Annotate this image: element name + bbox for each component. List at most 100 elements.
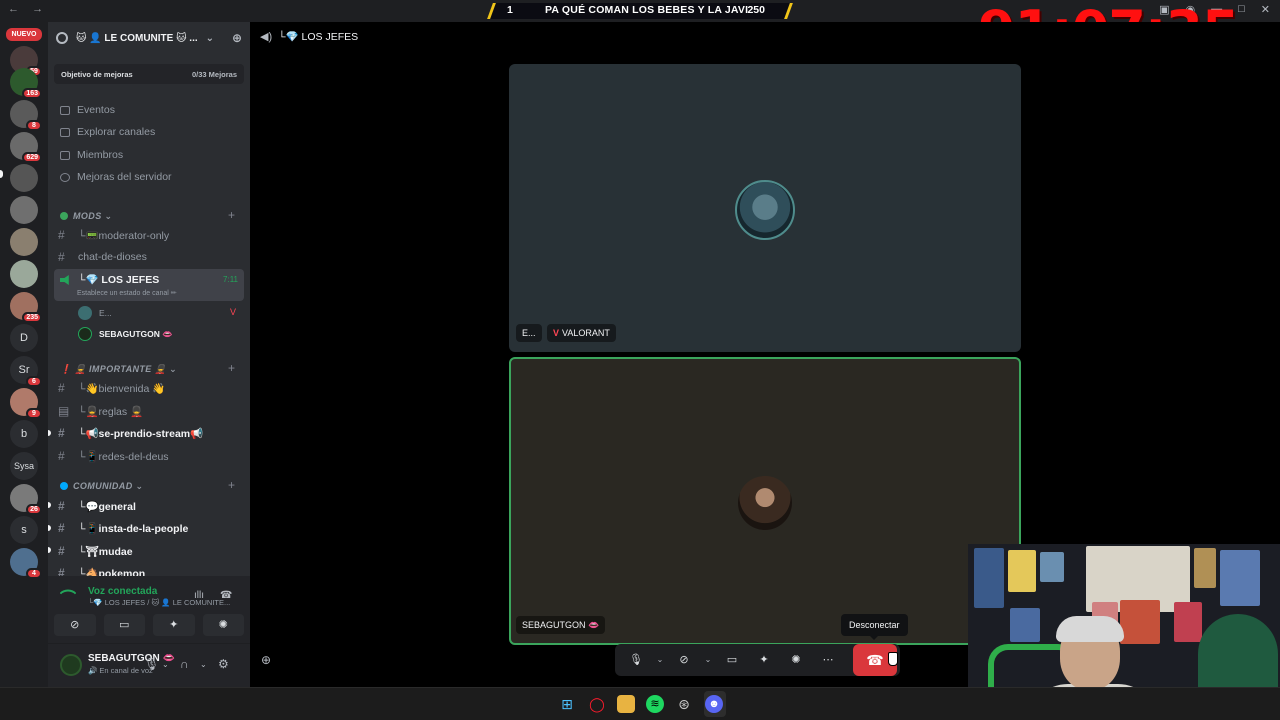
server-icon[interactable] xyxy=(10,164,38,192)
chevron-down-icon[interactable]: ⌄ xyxy=(701,648,715,672)
add-channel-icon[interactable]: + xyxy=(228,478,235,492)
server-icon[interactable]: s xyxy=(10,516,38,544)
headphones-icon[interactable]: ∩ xyxy=(180,657,189,671)
voice-channel-path[interactable]: └💎 LOS JEFES / 🐱 👤 LE COMUNITE... xyxy=(88,598,230,607)
server-icon[interactable]: b xyxy=(10,420,38,448)
server-icon[interactable]: 26 xyxy=(10,484,42,515)
category-mods[interactable]: MODS ⌄ xyxy=(60,209,112,223)
server-settings-icon xyxy=(56,32,68,44)
noise-suppression-icon[interactable]: ıllı xyxy=(194,590,204,601)
server-icon[interactable]: D xyxy=(10,324,38,352)
add-channel-icon[interactable]: + xyxy=(228,361,235,375)
menu-members[interactable]: Miembros xyxy=(60,145,123,165)
mic-icon[interactable]: 🎙 xyxy=(621,648,651,672)
server-icon[interactable] xyxy=(10,228,38,256)
share-screen-button[interactable]: ▭ xyxy=(103,614,145,636)
channel-moderator-only[interactable]: # └📟moderator-only xyxy=(58,225,244,245)
channel-insta-de-la-people[interactable]: # └📱insta-de-la-people xyxy=(58,518,244,538)
hash-icon: # xyxy=(58,381,65,395)
more-icon[interactable]: ⋯ xyxy=(813,648,843,672)
back-arrow-icon[interactable]: ← xyxy=(8,3,19,15)
server-rail: NUEVO 59 163 8 629 235 D Sr6 9 b Sysa 26… xyxy=(0,22,48,687)
voice-user[interactable]: E... xyxy=(78,304,112,322)
close-button[interactable]: ✕ xyxy=(1261,3,1270,16)
hash-icon: # xyxy=(58,250,65,264)
server-icon[interactable]: 9 xyxy=(10,388,42,419)
activities-button[interactable]: ✦ xyxy=(153,614,195,636)
windows-start-icon[interactable]: ⊞ xyxy=(558,695,576,713)
add-channel-icon[interactable]: + xyxy=(228,208,235,222)
invite-user-icon[interactable]: ⊕ xyxy=(261,653,271,667)
category-importante[interactable]: ❗ 💂 IMPORTANTE 💂 ⌄ xyxy=(60,362,177,376)
mic-icon[interactable]: 🎙 xyxy=(144,657,159,671)
chevron-down-icon[interactable]: ⌄ xyxy=(200,660,207,669)
avatar[interactable] xyxy=(60,654,82,676)
soundboard-button[interactable]: ✺ xyxy=(202,614,244,636)
category-comunidad[interactable]: COMUNIDAD ⌄ xyxy=(60,479,143,493)
server-icon[interactable]: 8 xyxy=(10,100,42,131)
menu-server-boosts[interactable]: Mejoras del servidor xyxy=(60,167,172,187)
participant-tile-speaking[interactable]: SEBAGUTGON 👄 xyxy=(509,357,1021,645)
server-name: 🐱 👤 LE COMUNITE 🐱 ... xyxy=(76,32,198,44)
poster-image xyxy=(974,548,1004,608)
unread-badge: 235 xyxy=(22,312,42,323)
unread-badge: 6 xyxy=(26,376,42,387)
gear-icon[interactable]: ⚙ xyxy=(218,657,229,671)
forward-arrow-icon[interactable]: → xyxy=(32,3,43,15)
server-icon[interactable]: 629 xyxy=(10,132,42,163)
unread-indicator xyxy=(48,502,51,508)
poster-image xyxy=(1040,552,1064,582)
calendar-icon xyxy=(60,105,70,115)
disconnect-icon[interactable]: ☎ xyxy=(220,590,232,601)
server-initial: b xyxy=(20,428,28,440)
soundboard-icon[interactable]: ✺ xyxy=(781,648,811,672)
server-icon[interactable] xyxy=(10,196,38,224)
server-icon[interactable]: Sysa xyxy=(10,452,38,480)
activity-label: VALORANT xyxy=(562,328,610,338)
channel-mudae[interactable]: # └⛩mudae xyxy=(58,541,244,561)
participant-tile[interactable]: E... V VALORANT xyxy=(509,64,1021,352)
voice-user[interactable]: SEBAGUTGON 👄 xyxy=(78,325,173,343)
stage-header: ◀) └💎 LOS JEFES xyxy=(260,30,358,43)
server-icon[interactable]: 235 xyxy=(10,292,42,323)
channel-general[interactable]: # └💬general xyxy=(58,496,244,516)
channel-bienvenida[interactable]: # └👋bienvenida 👋 xyxy=(58,378,244,398)
channel-chat-de-dioses[interactable]: # chat-de-dioses xyxy=(58,247,244,267)
valorant-icon: V xyxy=(230,307,237,317)
server-icon[interactable]: Sr 6 xyxy=(10,356,42,387)
channel-redes-del-deus[interactable]: # └📱redes-del-deus xyxy=(58,446,244,466)
channel-label: └📱insta-de-la-people xyxy=(78,522,189,535)
chevron-down-icon[interactable]: ⌄ xyxy=(653,648,667,672)
server-initial: D xyxy=(20,332,28,344)
server-icon[interactable]: 4 xyxy=(10,548,42,579)
speaker-icon: ◀) xyxy=(260,31,273,43)
hash-icon: # xyxy=(58,228,65,242)
unread-indicator xyxy=(48,430,51,436)
add-user-icon[interactable]: ⊕ xyxy=(232,31,242,45)
boost-goal[interactable]: Objetivo de mejoras 0/33 Mejoras xyxy=(54,64,244,84)
channel-se-prendio-stream[interactable]: # └📢se-prendio-stream📢 xyxy=(58,423,244,443)
server-icon[interactable] xyxy=(10,260,38,288)
server-header[interactable]: 🐱 👤 LE COMUNITE 🐱 ... ⌄ ⊕ xyxy=(48,22,250,54)
maximize-button[interactable]: □ xyxy=(1238,3,1245,16)
poster-image xyxy=(1010,608,1040,642)
app-icon[interactable]: ⊛ xyxy=(675,695,693,713)
camera-off-button[interactable]: ⊘ xyxy=(54,614,96,636)
menu-browse-channels[interactable]: Explorar canales xyxy=(60,122,155,142)
activities-icon[interactable]: ✦ xyxy=(749,648,779,672)
menu-label: Miembros xyxy=(77,149,124,161)
channel-reglas[interactable]: ▤ └💂reglas 💂 xyxy=(58,401,244,421)
server-icon[interactable]: 163 xyxy=(10,68,42,99)
discord-icon[interactable]: ☻ xyxy=(705,695,723,713)
menu-events[interactable]: Eventos xyxy=(60,100,115,120)
chevron-down-icon[interactable]: ⌄ xyxy=(162,660,169,669)
share-screen-icon[interactable]: ▭ xyxy=(717,648,747,672)
file-explorer-icon[interactable] xyxy=(617,695,635,713)
channel-status-prompt[interactable]: Establece un estado de canal ✏ xyxy=(77,289,177,297)
voice-status[interactable]: Voz conectada xyxy=(88,586,157,597)
opera-icon[interactable]: ◯ xyxy=(588,695,606,713)
camera-off-icon[interactable]: ⊘ xyxy=(669,648,699,672)
voice-channel-los-jefes[interactable]: └💎 LOS JEFES Establece un estado de cana… xyxy=(54,269,244,301)
avatar xyxy=(735,180,795,240)
spotify-icon[interactable]: ≋ xyxy=(646,695,664,713)
